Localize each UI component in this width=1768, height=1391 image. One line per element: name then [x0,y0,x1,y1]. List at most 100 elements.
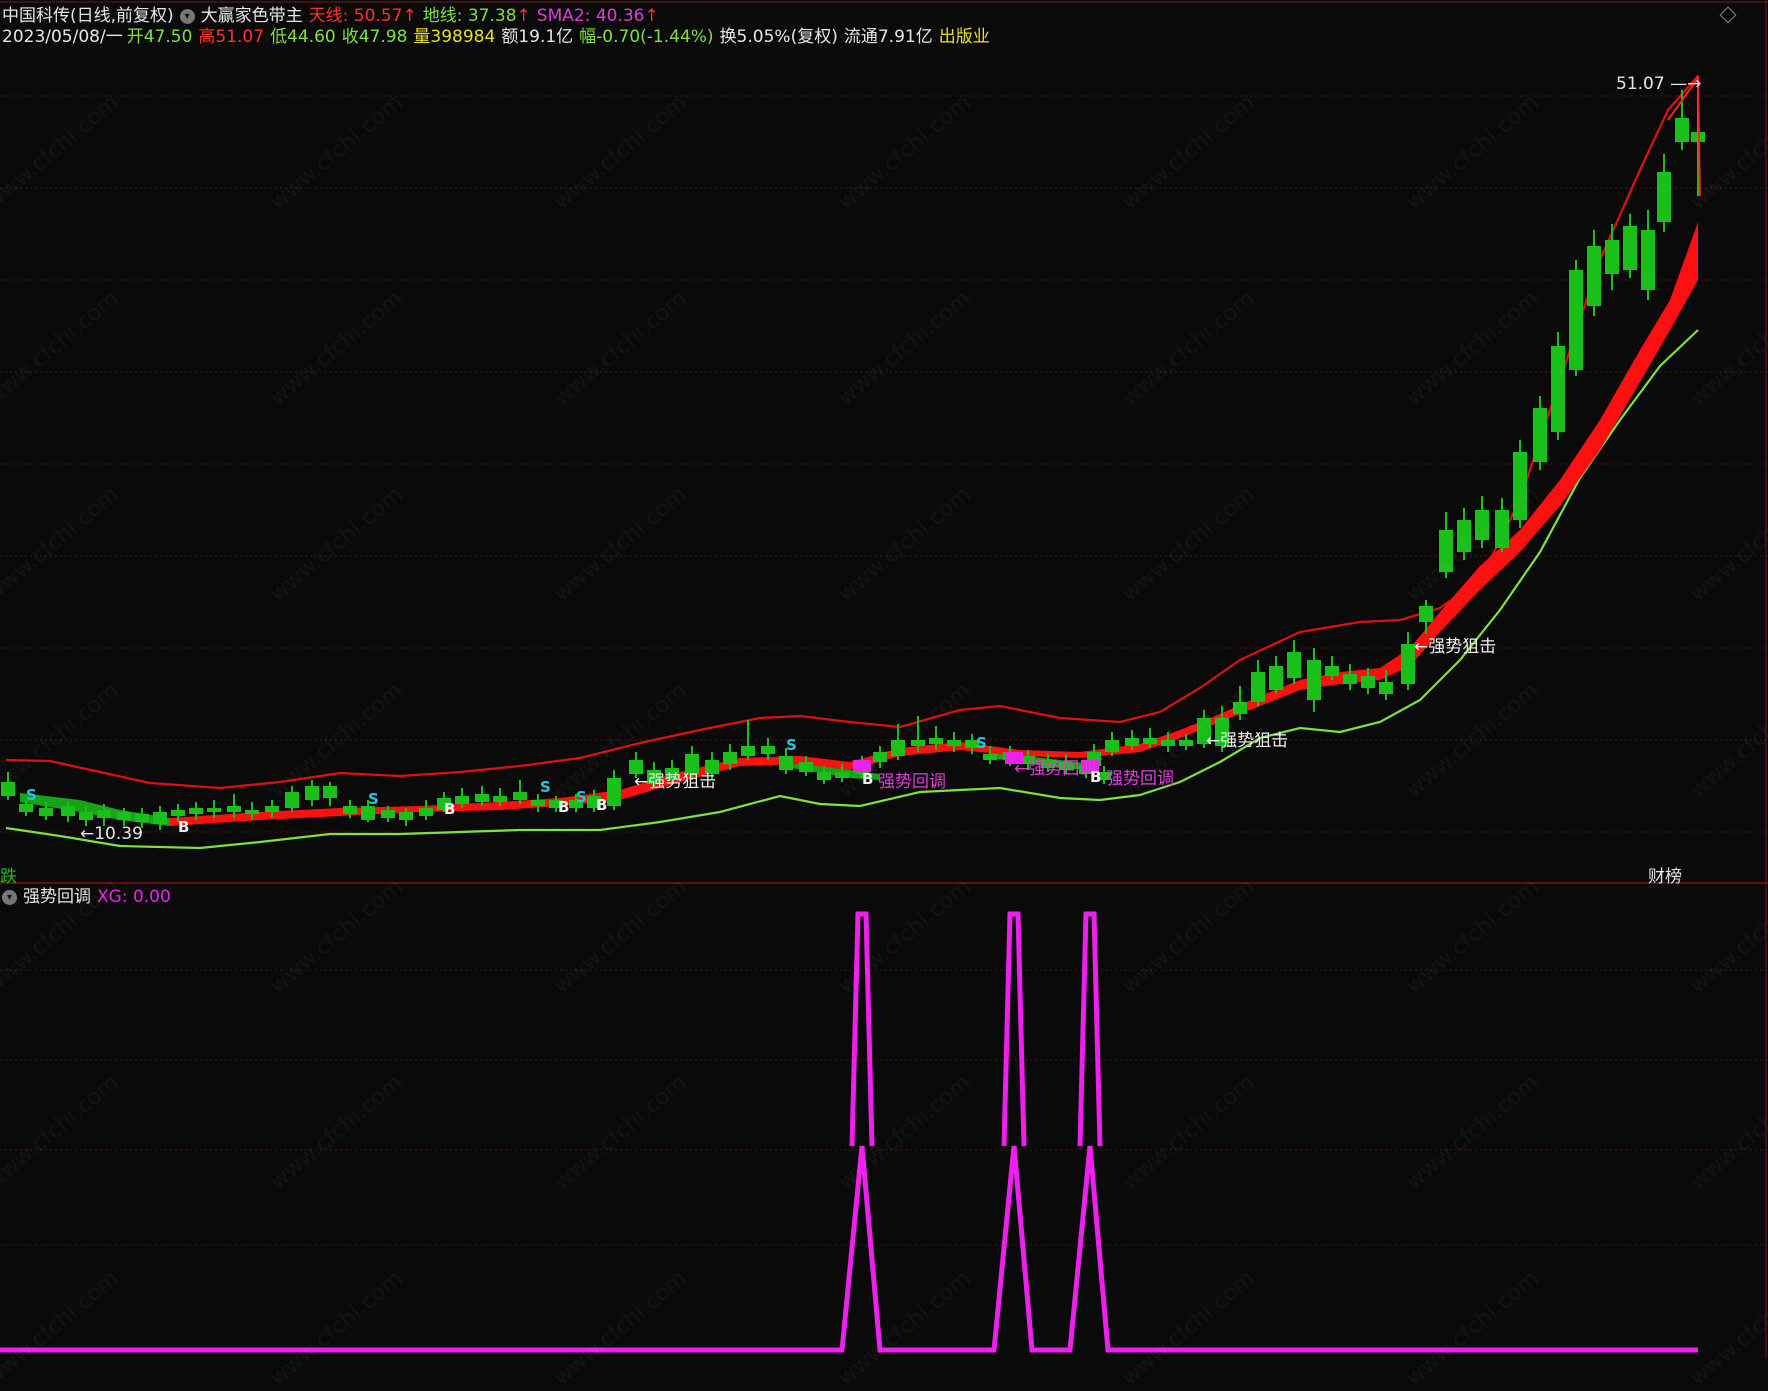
signal-b: B [596,796,608,814]
signal-s: S [976,734,987,752]
sma2-value: SMA2: 40.36↑ [536,6,659,26]
tianxian-value: 天线: 50.57↑ [308,6,417,26]
candle-body [835,772,849,778]
candle-body [419,808,433,816]
stock-name[interactable]: 中国科传(日线,前复权) [2,6,174,26]
candle-body [1179,740,1193,746]
candle-body [1605,240,1619,274]
candle-body [891,740,905,756]
xg-line [0,1145,1698,1353]
signal-s: S [540,778,551,796]
quote-change: 幅-0.70(-1.44%) [579,27,714,47]
candle-body [1475,510,1489,540]
pullback-label: ←强势回调 [1014,759,1097,779]
candle-body [39,808,53,816]
candle-body [455,796,469,804]
candle-body [1379,682,1393,694]
xg-spike [1001,911,1027,1147]
candle-body [399,812,413,820]
candle-body [1457,520,1471,552]
dropdown-icon[interactable]: ▾ [179,8,195,24]
candle-body [61,806,75,816]
dropdown-icon[interactable]: ▾ [2,889,17,905]
candle-body [227,806,241,812]
candle-body [1143,738,1157,744]
candle-body [817,772,831,780]
corner-right-label[interactable]: 财榜 [1648,862,1682,887]
candle-body [1551,346,1565,432]
candle-body [1419,606,1433,622]
quote-volume: 量398984 [413,27,496,47]
quote-open: 开47.50 [126,27,193,47]
candle-body [79,812,93,820]
pullback-label: 强势回调 [878,772,946,792]
candle-body [1269,666,1283,690]
candle-body [741,746,755,756]
strong-hit-label: ←强势狙击 [1414,637,1497,657]
candle-body [117,812,131,820]
candle-body [983,754,997,760]
quote-low: 低44.60 [270,27,336,47]
candle-body [97,810,111,818]
candle-body [531,800,545,806]
signal-b: B [178,818,190,836]
price-chart[interactable] [0,0,1768,1358]
dixian-value: 地线: 37.38↑ [422,6,531,26]
candle-body [1533,408,1547,462]
candle-body [1105,740,1119,752]
candle-body [153,812,167,824]
xg-value: XG: 0.00 [97,887,171,907]
candle-body [19,804,33,812]
candle-body [1439,530,1453,572]
quote-close: 收47.98 [341,27,408,47]
signal-s: S [26,786,37,804]
candle-body [285,792,299,808]
xg-spike [849,911,875,1147]
candle-body [1343,674,1357,684]
candle-body [1233,702,1247,714]
candle-body [171,810,185,816]
candle-body [723,752,737,764]
candle-body [189,808,203,814]
quote-sector[interactable]: 出版业 [939,27,990,47]
candle-body [929,738,943,744]
candle-body [343,806,357,814]
candle-body [1401,644,1415,684]
pullback-label: 强势回调 [1106,769,1174,789]
sub-panel-title[interactable]: 强势回调 [23,887,91,907]
quote-high: 高51.07 [198,27,265,47]
candle-body [1641,230,1655,290]
candle-body [873,752,887,762]
high-price-label: 51.07 —→ [1616,74,1702,94]
indicator-name[interactable]: 大赢家色带主 [201,6,303,26]
candle-body [1361,676,1375,688]
candle-body [607,778,621,806]
candle-body [1495,510,1509,548]
quote-amount: 额19.1亿 [501,27,574,47]
signal-b: B [444,800,456,818]
quote-turnover: 换5.05%(复权) [719,27,838,47]
candle-body [779,756,793,770]
low-price-label: ←10.39 [80,824,143,844]
signal-s: S [576,788,587,806]
quote-date: 2023/05/08/一 [2,27,123,47]
quote-bar: 2023/05/08/一 开47.50 高51.07 低44.60 收47.98 量398… [2,27,996,47]
quote-float: 流通7.91亿 [843,27,933,47]
up-arrow-icon: ↑ [402,6,417,26]
candle-body [911,740,925,746]
corner-left-label[interactable]: 跌 [0,862,17,887]
chart-header: 中国科传(日线,前复权) ▾ 大赢家色带主 天线: 50.57↑ 地线: 37.38↑ S… [2,6,665,26]
candle-body [1161,740,1175,746]
candle-body [1623,226,1637,270]
candle-body [1587,246,1601,306]
candle-body [207,808,221,812]
candle-body [1251,672,1265,702]
candle-body [1569,270,1583,370]
candle-body [265,806,279,812]
candle-body [361,806,375,820]
candle-body [135,814,149,822]
candle-body [1675,118,1689,142]
candle-body [761,746,775,754]
signal-b: B [862,770,874,788]
signal-s: S [786,736,797,754]
